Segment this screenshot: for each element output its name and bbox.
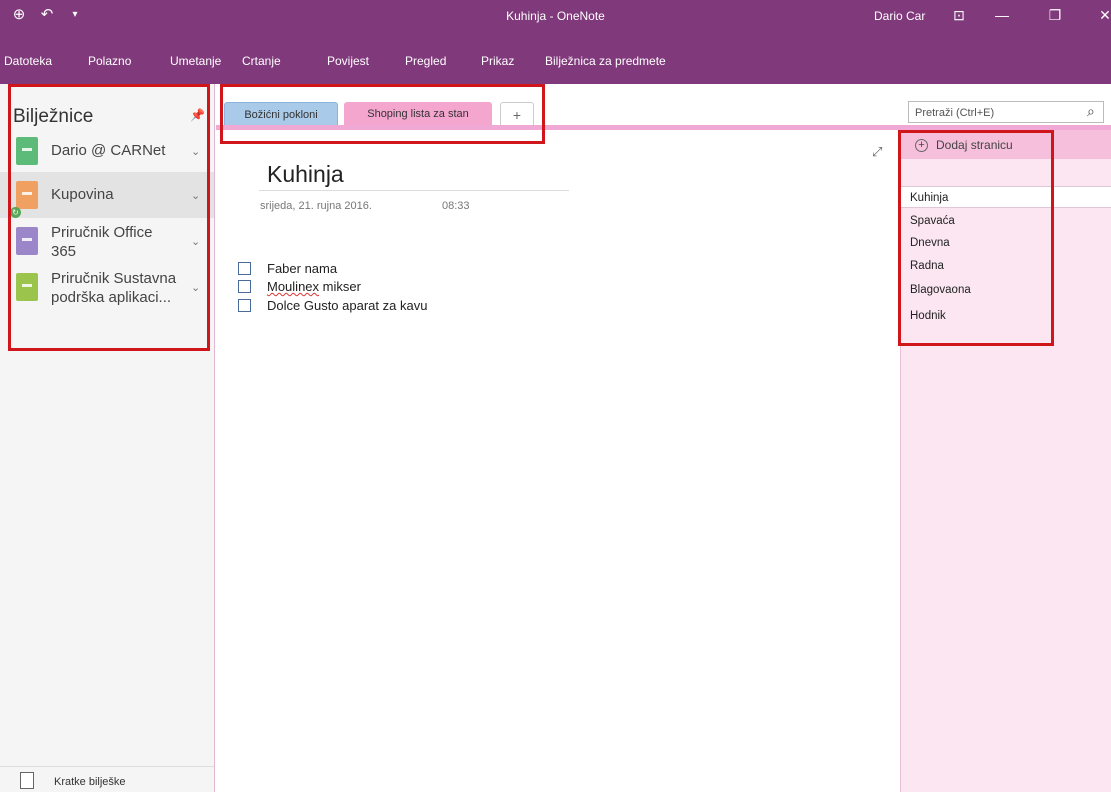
notebook-label: Priručnik Sustavna podrška aplikaci...: [51, 270, 177, 306]
section-tabs: Božićni pokloni Shoping lista za stan +: [216, 84, 1111, 130]
page-canvas[interactable]: ⤢ Kuhinja srijeda, 21. rujna 2016. 08:33…: [216, 130, 899, 792]
tab-umetanje[interactable]: Umetanje: [170, 54, 221, 68]
ribbon-tabs: Datoteka Polazno Umetanje Crtanje Povije…: [0, 44, 1111, 84]
chevron-down-icon[interactable]: ⌄: [191, 189, 200, 202]
todo-item[interactable]: Faber nama: [238, 261, 337, 276]
ribbon-display-icon[interactable]: ⊡: [944, 4, 974, 26]
tab-pregled[interactable]: Pregled: [405, 54, 446, 68]
search-input[interactable]: Pretraži (Ctrl+E) ⌕: [908, 101, 1104, 123]
todo-checkbox[interactable]: [238, 299, 251, 312]
maximize-button[interactable]: ❐: [1040, 4, 1070, 26]
pin-icon[interactable]: 📌: [190, 108, 205, 122]
todo-text-rest: mikser: [319, 279, 361, 294]
add-page-button[interactable]: + Dodaj stranicu: [915, 138, 1013, 152]
notebook-pane: Bilježnice 📌 Dario @ CARNet ⌄ Kupovina ⌄…: [0, 84, 215, 792]
quick-notes-label: Kratke bilješke: [54, 776, 126, 788]
notebook-icon: [16, 181, 38, 209]
todo-text[interactable]: Dolce Gusto aparat za kavu: [267, 298, 427, 313]
page-item-blagovaona[interactable]: Blagovaona: [901, 279, 1111, 301]
page-item-dnevna[interactable]: Dnevna: [901, 232, 1111, 254]
quick-notes[interactable]: Kratke bilješke: [0, 766, 214, 792]
sync-icon: ↻: [10, 207, 21, 218]
page-item-hodnik[interactable]: Hodnik: [901, 305, 1111, 327]
plus-circle-icon: +: [915, 138, 928, 152]
page-date: srijeda, 21. rujna 2016.: [260, 200, 372, 212]
todo-checkbox[interactable]: [238, 280, 251, 293]
notebook-label: Kupovina: [51, 186, 114, 203]
notebook-icon: [16, 227, 38, 255]
add-section-button[interactable]: +: [500, 102, 534, 126]
tab-prikaz[interactable]: Prikaz: [481, 54, 514, 68]
close-button[interactable]: ✕: [1090, 4, 1111, 26]
notebook-pane-header: Bilježnice: [13, 106, 94, 127]
tab-datoteka[interactable]: Datoteka: [4, 54, 52, 68]
tab-biljeznica-za-predmete[interactable]: Bilježnica za predmete: [545, 54, 666, 68]
search-icon[interactable]: ⌕: [1087, 103, 1095, 120]
notebook-item-office365[interactable]: Priručnik Office 365 ⌄: [0, 218, 214, 264]
chevron-down-icon[interactable]: ⌄: [191, 145, 200, 158]
tab-crtanje[interactable]: Crtanje: [242, 54, 281, 68]
title-underline: [259, 190, 569, 191]
notebook-item-dario[interactable]: Dario @ CARNet ⌄: [0, 130, 214, 172]
expand-icon[interactable]: ⤢: [872, 144, 882, 160]
user-name[interactable]: Dario Car: [874, 9, 925, 23]
page-list: + Dodaj stranicu Kuhinja Spavaća Dnevna …: [900, 130, 1111, 792]
chevron-down-icon[interactable]: ⌄: [191, 281, 200, 294]
page-title[interactable]: Kuhinja: [267, 161, 344, 188]
spelling-error: Moulinex: [267, 279, 320, 294]
todo-text[interactable]: Moulinex mikser: [267, 279, 361, 294]
chevron-down-icon[interactable]: ⌄: [191, 235, 200, 248]
minimize-button[interactable]: —: [987, 4, 1017, 26]
title-bar: ⊕ ↶ ▾ Kuhinja - OneNote Dario Car ⊡ — ❐ …: [0, 0, 1111, 44]
page-time: 08:33: [442, 200, 470, 212]
notebook-icon: [16, 137, 38, 165]
search-placeholder: Pretraži (Ctrl+E): [915, 107, 995, 119]
page-item-kuhinja[interactable]: Kuhinja: [901, 186, 1111, 208]
notebook-item-sustavna[interactable]: Priručnik Sustavna podrška aplikaci... ⌄: [0, 264, 214, 310]
page-icon: [20, 772, 34, 789]
todo-checkbox[interactable]: [238, 262, 251, 275]
notebook-item-kupovina[interactable]: Kupovina ⌄: [0, 172, 214, 218]
tab-povijest[interactable]: Povijest: [327, 54, 369, 68]
todo-item[interactable]: Moulinex mikser: [238, 279, 361, 294]
add-page-label: Dodaj stranicu: [936, 138, 1013, 152]
page-item-radna[interactable]: Radna: [901, 255, 1111, 277]
todo-text[interactable]: Faber nama: [267, 261, 337, 276]
section-tab-shoping-lista[interactable]: Shoping lista za stan: [344, 102, 492, 126]
todo-item[interactable]: Dolce Gusto aparat za kavu: [238, 298, 427, 313]
notebook-label: Dario @ CARNet: [51, 142, 166, 159]
notebook-icon: [16, 273, 38, 301]
notebook-label: Priručnik Office 365: [51, 224, 153, 260]
section-tab-bozicni-pokloni[interactable]: Božićni pokloni: [224, 102, 338, 126]
tab-polazno[interactable]: Polazno: [88, 54, 131, 68]
page-item-spavaca[interactable]: Spavaća: [901, 210, 1111, 232]
